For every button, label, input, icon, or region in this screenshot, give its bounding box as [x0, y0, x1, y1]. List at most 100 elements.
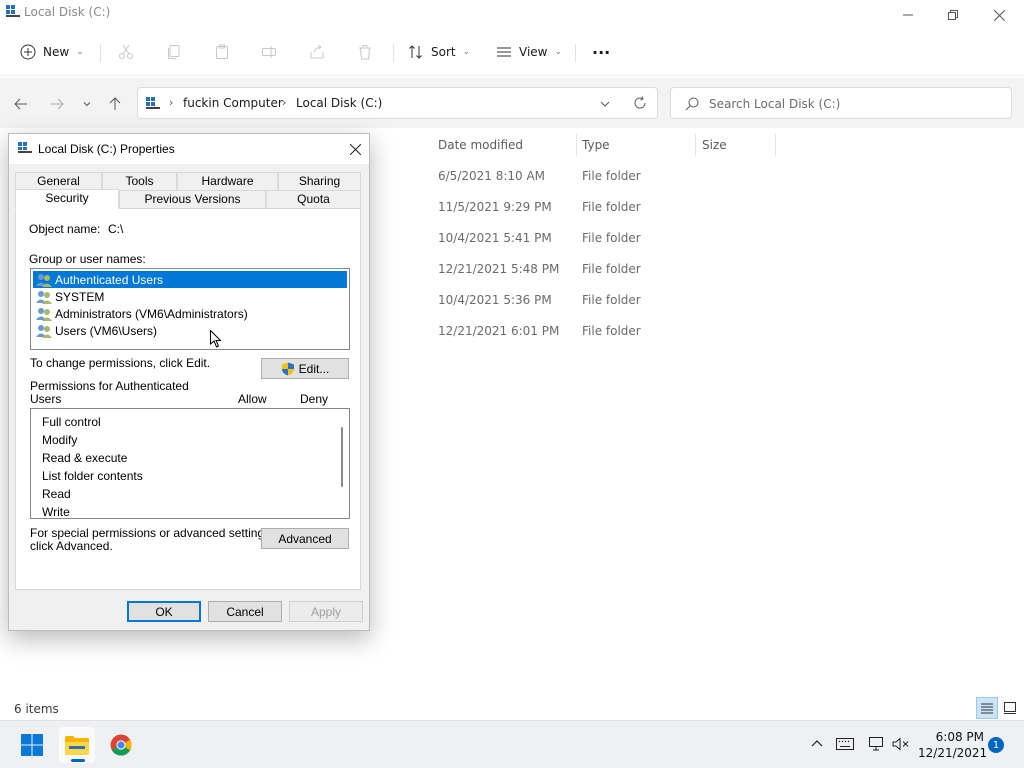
- list-item[interactable]: Administrators (VM6\Administrators): [33, 305, 347, 322]
- tiles-view-button[interactable]: [999, 697, 1021, 719]
- tab-security[interactable]: Security: [15, 189, 119, 209]
- apply-button[interactable]: Apply: [289, 601, 363, 622]
- permissions-list[interactable]: Full control Modify Read & execute List …: [30, 408, 350, 519]
- search-box[interactable]: [670, 87, 1012, 119]
- more-options-button[interactable]: ···: [592, 38, 610, 66]
- file-date: 10/4/2021 5:41 PM: [438, 231, 552, 245]
- cut-button[interactable]: [118, 38, 134, 66]
- ok-label: OK: [155, 604, 173, 619]
- refresh-icon[interactable]: [633, 96, 647, 110]
- close-button[interactable]: [976, 2, 1022, 28]
- group-name: SYSTEM: [55, 289, 105, 304]
- breadcrumb-current[interactable]: Local Disk (C:): [296, 96, 382, 110]
- column-header-size[interactable]: Size: [702, 138, 727, 152]
- drive-icon: [6, 5, 20, 17]
- edit-label: Edit...: [298, 361, 330, 376]
- permission-item: List folder contents: [42, 469, 143, 483]
- chevron-down-icon: ⌄: [76, 47, 84, 57]
- new-button[interactable]: New ⌄: [20, 38, 84, 66]
- sort-button[interactable]: Sort ⌄: [408, 38, 470, 66]
- file-date: 10/4/2021 5:36 PM: [438, 293, 552, 307]
- start-button[interactable]: [14, 727, 50, 763]
- list-item[interactable]: Authenticated Users: [33, 271, 347, 288]
- chevron-down-icon[interactable]: [600, 99, 610, 109]
- file-type: File folder: [582, 231, 641, 245]
- chevron-up-icon: [811, 740, 823, 747]
- group-user-list[interactable]: Authenticated Users SYSTEM Administrator…: [30, 268, 350, 350]
- paste-button[interactable]: [214, 38, 230, 66]
- breadcrumb-root[interactable]: fuckin Computer: [183, 96, 283, 110]
- file-explorer-taskbar-button[interactable]: [59, 727, 95, 763]
- tab-tools[interactable]: Tools: [102, 172, 177, 190]
- file-row[interactable]: 12/21/2021 6:01 PM File folder: [380, 316, 980, 347]
- ok-button[interactable]: OK: [127, 601, 201, 622]
- close-icon: [993, 9, 1005, 21]
- show-hidden-icons-button[interactable]: [806, 733, 828, 755]
- tab-previous-versions[interactable]: Previous Versions: [119, 190, 266, 208]
- rename-icon: [262, 46, 276, 58]
- list-item[interactable]: SYSTEM: [33, 288, 347, 305]
- cancel-button[interactable]: Cancel: [208, 601, 282, 622]
- window-title: Local Disk (C:): [24, 5, 111, 19]
- share-icon: [310, 44, 324, 59]
- share-button[interactable]: [309, 38, 325, 66]
- users-group-icon: [36, 273, 52, 287]
- delete-button[interactable]: [357, 38, 373, 66]
- search-input[interactable]: [709, 95, 999, 113]
- restore-button[interactable]: [930, 2, 976, 28]
- column-divider[interactable]: [576, 134, 577, 156]
- copy-icon: [168, 45, 180, 59]
- file-row[interactable]: 11/5/2021 9:29 PM File folder: [380, 192, 980, 223]
- plus-circle-icon: [20, 44, 36, 60]
- column-divider[interactable]: [695, 134, 696, 156]
- tab-quota[interactable]: Quota: [266, 190, 361, 208]
- keyboard-tray-button[interactable]: [834, 733, 856, 755]
- view-button[interactable]: View ⌄: [496, 38, 562, 66]
- status-bar: 6 items: [0, 696, 1024, 720]
- chevron-down-icon: [83, 102, 91, 107]
- details-view-button[interactable]: [976, 697, 998, 719]
- keyboard-icon: [836, 738, 854, 750]
- advanced-button[interactable]: Advanced: [261, 528, 349, 549]
- file-row[interactable]: 12/21/2021 5:48 PM File folder: [380, 254, 980, 285]
- file-date: 11/5/2021 9:29 PM: [438, 200, 552, 214]
- recent-locations-button[interactable]: [77, 94, 97, 114]
- chrome-taskbar-button[interactable]: [103, 727, 139, 763]
- allow-column-header: Allow: [238, 392, 267, 406]
- tab-general[interactable]: General: [15, 172, 102, 190]
- dialog-title-bar[interactable]: Local Disk (C:) Properties: [9, 134, 369, 164]
- minimize-button[interactable]: [885, 2, 931, 28]
- volume-tray-button[interactable]: [890, 733, 912, 755]
- new-label: New: [43, 45, 70, 59]
- permission-item: Read: [42, 487, 71, 501]
- permission-item: Write: [42, 505, 70, 519]
- scrollbar-thumb[interactable]: [341, 427, 343, 487]
- dialog-close-button[interactable]: [345, 139, 365, 159]
- clock[interactable]: 6:08 PM 12/21/2021: [918, 729, 987, 761]
- file-row[interactable]: 10/4/2021 5:41 PM File folder: [380, 223, 980, 254]
- up-button[interactable]: [105, 94, 125, 114]
- column-header-type[interactable]: Type: [582, 138, 610, 152]
- chrome-icon: [110, 734, 132, 756]
- chevron-down-icon: ⌄: [554, 47, 563, 57]
- address-bar[interactable]: › fuckin Computer › Local Disk (C:): [137, 87, 658, 119]
- column-divider[interactable]: [775, 134, 776, 156]
- rename-button[interactable]: [261, 38, 277, 66]
- notification-badge[interactable]: 1: [988, 737, 1004, 753]
- forward-button[interactable]: [47, 94, 67, 114]
- file-row[interactable]: 6/5/2021 8:10 AM File folder: [380, 161, 980, 192]
- list-item[interactable]: Users (VM6\Users): [33, 322, 347, 339]
- edit-button[interactable]: Edit...: [261, 358, 349, 379]
- tiles-view-icon: [1004, 702, 1016, 714]
- back-button[interactable]: [11, 94, 31, 114]
- tab-hardware[interactable]: Hardware: [177, 172, 278, 190]
- minimize-icon: [903, 14, 913, 16]
- file-type: File folder: [582, 169, 641, 183]
- copy-button[interactable]: [166, 38, 182, 66]
- column-header-date[interactable]: Date modified: [438, 138, 523, 152]
- drive-icon: [18, 142, 32, 153]
- file-row[interactable]: 10/4/2021 5:36 PM File folder: [380, 285, 980, 316]
- network-tray-button[interactable]: [866, 733, 888, 755]
- close-icon: [349, 143, 361, 155]
- tab-sharing[interactable]: Sharing: [278, 172, 361, 190]
